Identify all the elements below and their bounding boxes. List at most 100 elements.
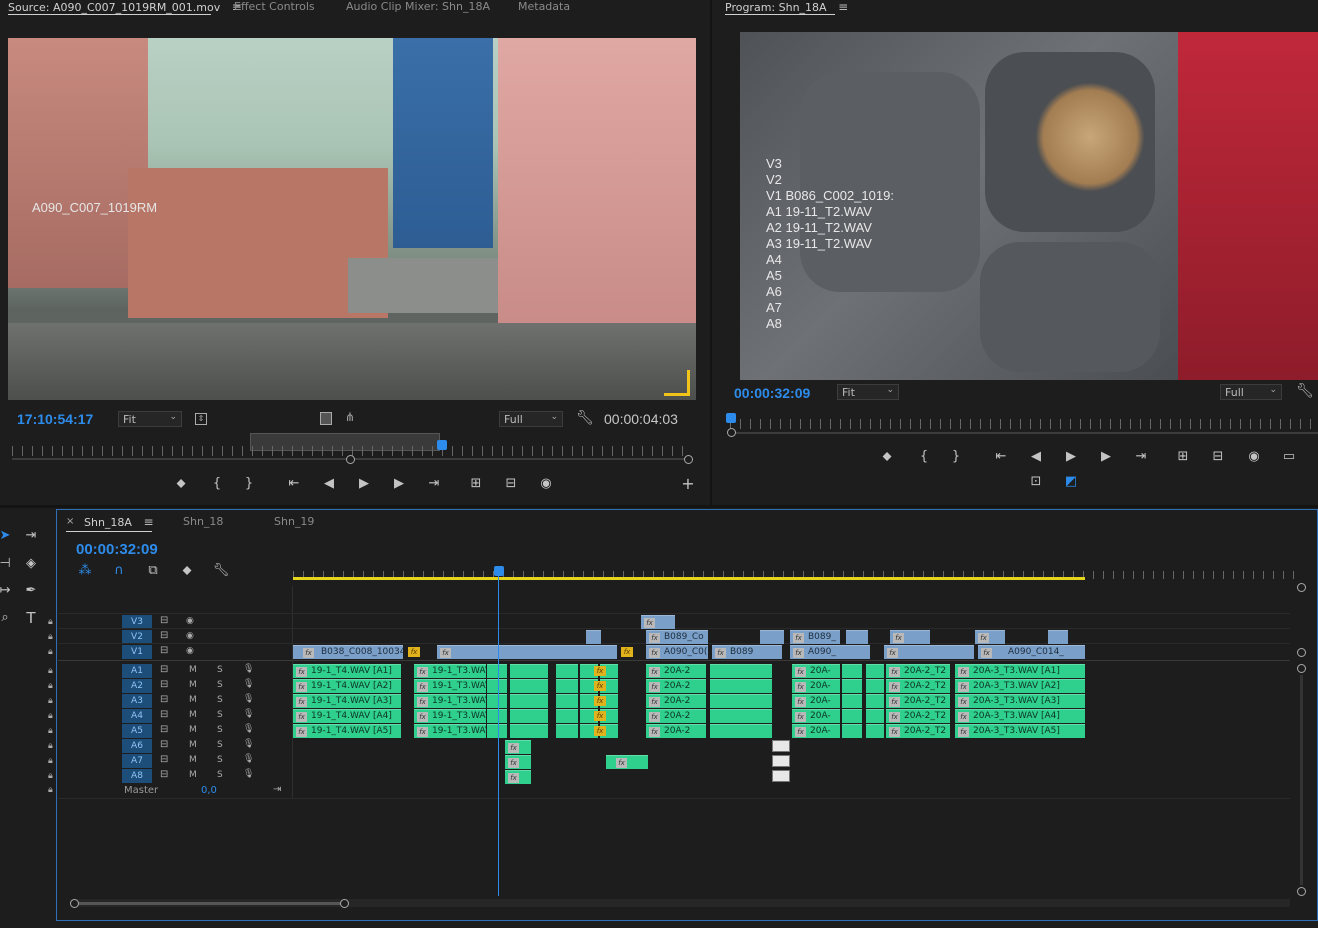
source-fit-dropdown[interactable]: Fit ⌄: [118, 411, 182, 427]
audio-clip[interactable]: fx 20A-2_T2: [886, 664, 950, 678]
track-select-tool-icon[interactable]: ⇥: [22, 528, 40, 544]
vertical-zoom-handle-bottom[interactable]: [1297, 887, 1306, 896]
toggle-sync-lock-icon[interactable]: ⊟: [160, 630, 168, 641]
audio-clip[interactable]: [487, 679, 507, 693]
audio-clip[interactable]: [530, 694, 548, 708]
track-label-a4[interactable]: A4: [122, 709, 152, 723]
step-back-button[interactable]: ◀︎: [1027, 449, 1045, 465]
toggle-sync-lock-icon[interactable]: ⊟: [160, 724, 168, 735]
audio-clip[interactable]: fx 20A-2_T2: [886, 724, 950, 738]
drag-audio-icon[interactable]: ⋔: [345, 410, 355, 424]
snap-icon[interactable]: ∩: [110, 563, 128, 579]
mute-button[interactable]: M: [189, 680, 197, 690]
audio-clip[interactable]: fx 19-1_T4.WAV [A5]: [293, 724, 401, 738]
audio-clip[interactable]: [556, 709, 578, 723]
video-clip[interactable]: [1048, 630, 1068, 644]
audio-clip[interactable]: [866, 679, 884, 693]
video-clip[interactable]: [586, 630, 601, 644]
microphone-icon[interactable]: 🎙︎: [243, 709, 254, 719]
audio-clip[interactable]: fx 20A-2_T2: [886, 679, 950, 693]
play-button[interactable]: ▶︎: [355, 476, 373, 492]
wrench-icon[interactable]: 🔧︎: [212, 563, 230, 579]
tab-source[interactable]: Source: A090_C007_1019RM_001.mov ≡: [8, 0, 242, 14]
lock-icon[interactable]: 🔒︎: [48, 617, 53, 627]
audio-clip[interactable]: [710, 664, 772, 678]
solo-button[interactable]: S: [217, 710, 223, 720]
lock-icon[interactable]: 🔒︎: [48, 726, 53, 736]
mark-in-button[interactable]: {: [915, 449, 933, 465]
audio-clip[interactable]: fx 19-1_T3.WAV: [414, 664, 486, 678]
video-clip[interactable]: fx B089_Co: [646, 630, 708, 644]
track-label-a1[interactable]: A1: [122, 664, 152, 678]
lock-icon[interactable]: 🔒︎: [48, 681, 53, 691]
audio-clip[interactable]: fx 20A-2: [646, 664, 706, 678]
camera-icon[interactable]: ◉: [537, 476, 555, 492]
tab-shn-19[interactable]: Shn_19: [274, 515, 314, 528]
track-label-a8[interactable]: A8: [122, 769, 152, 783]
mute-button[interactable]: M: [189, 755, 197, 765]
audio-transition[interactable]: [772, 755, 790, 767]
tab-program[interactable]: Program: Shn_18A ≡: [725, 0, 848, 14]
scroll-handle-right[interactable]: [340, 899, 349, 908]
add-button[interactable]: +: [679, 476, 697, 492]
audio-clip[interactable]: [710, 694, 772, 708]
program-quality-dropdown[interactable]: Full ⌄: [1220, 384, 1282, 400]
horizontal-scrollbar-thumb[interactable]: [74, 902, 344, 905]
program-zoom-bar[interactable]: [730, 432, 1318, 434]
solo-button[interactable]: S: [217, 695, 223, 705]
source-video-frame[interactable]: A090_C007_1019RM: [8, 38, 696, 400]
audio-clip[interactable]: [710, 679, 772, 693]
toggle-sync-lock-icon[interactable]: ⊟: [160, 769, 168, 780]
audio-clip[interactable]: fx: [606, 755, 648, 769]
tab-metadata[interactable]: Metadata: [518, 0, 570, 13]
audio-clip[interactable]: [866, 724, 884, 738]
audio-clip[interactable]: fx 20A-: [792, 679, 840, 693]
lock-icon[interactable]: 🔒︎: [48, 666, 53, 676]
mark-in-button[interactable]: {: [208, 476, 226, 492]
toggle-sync-lock-icon[interactable]: ⊟: [160, 694, 168, 705]
solo-button[interactable]: S: [217, 755, 223, 765]
audio-clip[interactable]: fx 19-1_T4.WAV [A3]: [293, 694, 401, 708]
mute-button[interactable]: M: [189, 710, 197, 720]
solo-button[interactable]: S: [217, 725, 223, 735]
lock-icon[interactable]: 🔒︎: [48, 696, 53, 706]
track-label-a5[interactable]: A5: [122, 724, 152, 738]
audio-clip[interactable]: fx 20A-3_T3.WAV [A3]: [955, 694, 1085, 708]
video-clip[interactable]: [760, 630, 784, 644]
go-to-end-icon[interactable]: ⇥: [273, 784, 281, 795]
lock-icon[interactable]: 🔒︎: [48, 785, 53, 795]
program-fit-dropdown[interactable]: Fit ⌄: [837, 384, 899, 400]
timeline-timecode[interactable]: 00:00:32:09: [76, 541, 158, 558]
audio-clip[interactable]: fx 19-1_T4.WAV [A4]: [293, 709, 401, 723]
audio-clip[interactable]: fx 20A-: [792, 724, 840, 738]
solo-button[interactable]: S: [217, 740, 223, 750]
lock-icon[interactable]: 🔒︎: [48, 711, 53, 721]
toggle-sync-lock-icon[interactable]: ⊟: [160, 754, 168, 765]
go-to-in-button[interactable]: ⇤: [285, 476, 303, 492]
toggle-sync-lock-icon[interactable]: ⊟: [160, 679, 168, 690]
close-tab-icon[interactable]: ×: [66, 516, 74, 527]
lock-icon[interactable]: 🔒︎: [48, 741, 53, 751]
audio-clip[interactable]: [510, 694, 530, 708]
go-to-in-button[interactable]: ⇤: [992, 449, 1010, 465]
audio-clip[interactable]: [510, 709, 530, 723]
audio-clip[interactable]: [510, 679, 530, 693]
audio-clip[interactable]: [842, 679, 862, 693]
audio-clip[interactable]: fx 19-1_T3.WAV: [414, 679, 486, 693]
audio-clip[interactable]: fx 20A-2_T2: [886, 694, 950, 708]
master-volume-value[interactable]: 0,0: [201, 785, 217, 796]
mute-button[interactable]: M: [189, 740, 197, 750]
audio-clip[interactable]: fx 20A-2: [646, 709, 706, 723]
eye-icon[interactable]: ◉: [186, 631, 194, 641]
vertical-zoom-handle-mid[interactable]: [1297, 648, 1306, 657]
toggle-sync-lock-icon[interactable]: ⊟: [160, 709, 168, 720]
audio-clip[interactable]: fx 20A-: [792, 664, 840, 678]
vertical-zoom-handle-top[interactable]: [1297, 583, 1306, 592]
toggle-sync-lock-icon[interactable]: ⊟: [160, 645, 168, 656]
panel-menu-icon[interactable]: ≡: [143, 515, 153, 529]
go-to-out-button[interactable]: ⇥: [425, 476, 443, 492]
video-clip[interactable]: fx A090_: [790, 645, 870, 659]
microphone-icon[interactable]: 🎙︎: [243, 679, 254, 689]
solo-button[interactable]: S: [217, 665, 223, 675]
source-timecode[interactable]: 17:10:54:17: [17, 411, 93, 427]
